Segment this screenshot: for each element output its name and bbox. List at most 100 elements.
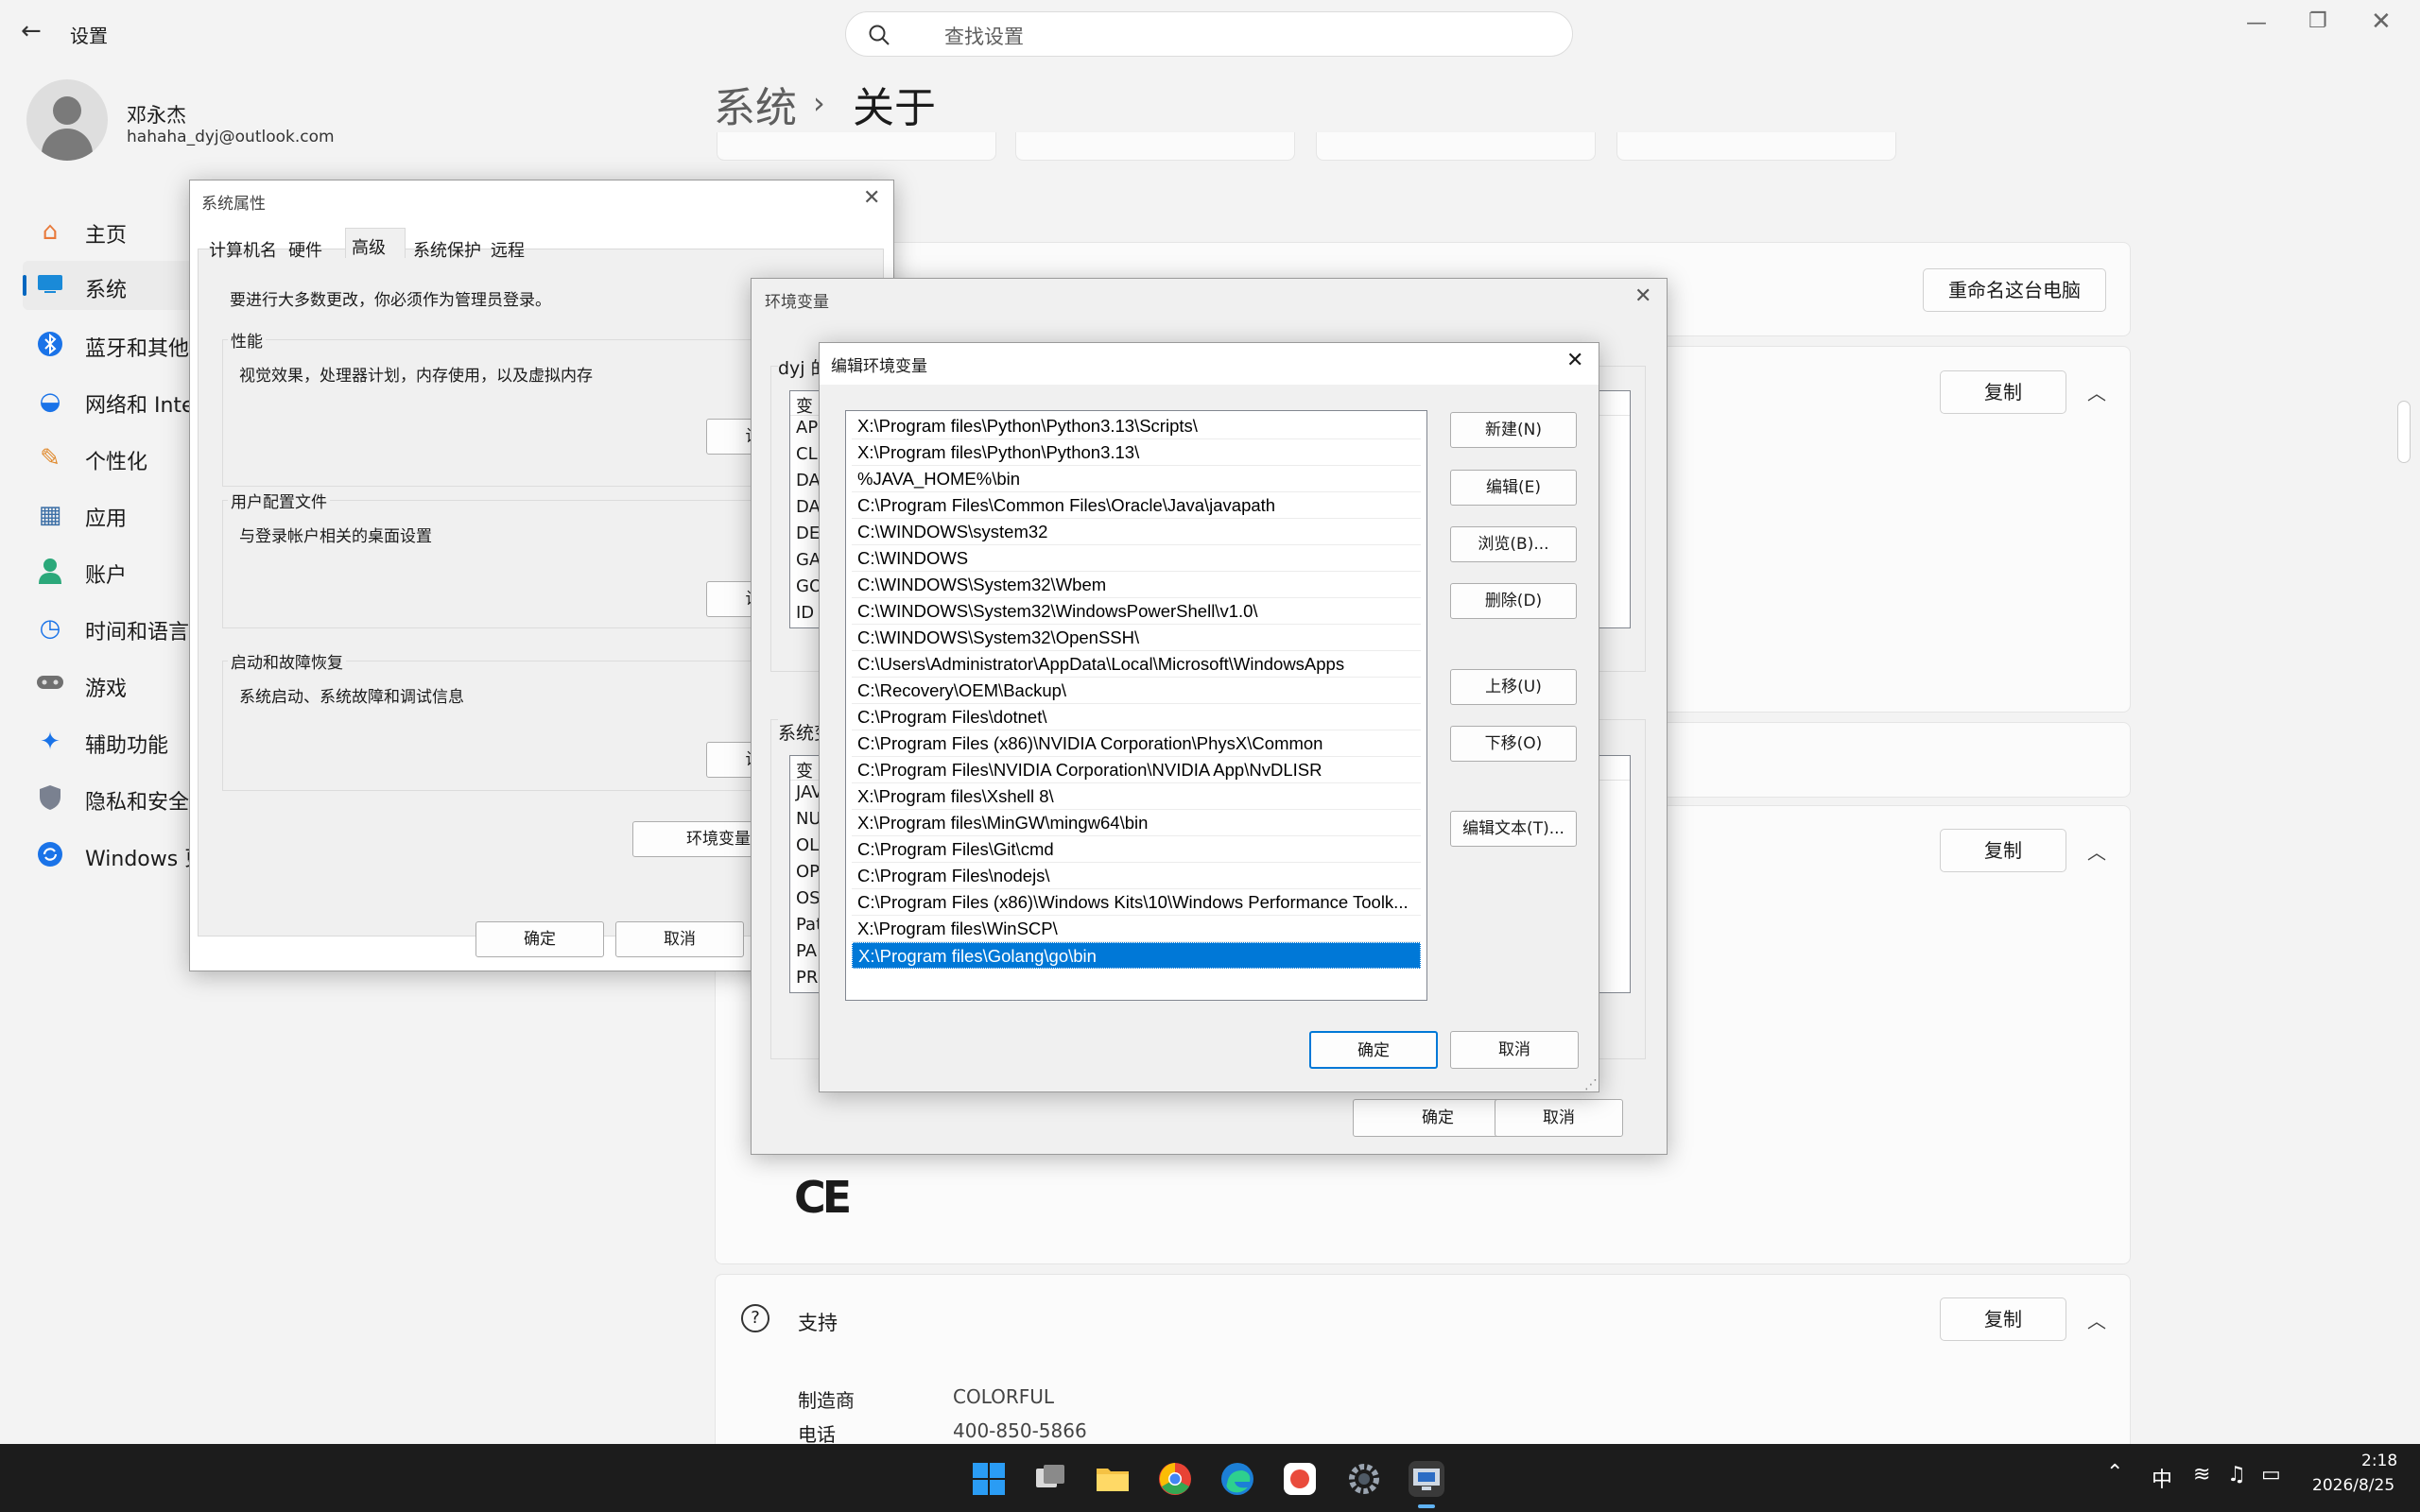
copy-button[interactable]: 复制: [1940, 370, 2066, 414]
list-item[interactable]: C:\Program Files\NVIDIA Corporation\NVID…: [852, 757, 1421, 783]
copy-button[interactable]: 复制: [1940, 829, 2066, 872]
cancel-button[interactable]: 取消: [1450, 1031, 1579, 1069]
chevron-up-icon[interactable]: ︿: [2087, 1306, 2106, 1333]
list-item[interactable]: X:\Program files\Xshell 8\: [852, 783, 1421, 810]
list-item[interactable]: C:\Program Files\Git\cmd: [852, 836, 1421, 863]
search-input[interactable]: 查找设置: [845, 11, 1573, 57]
dialog-title: 环境变量: [765, 293, 829, 312]
close-icon[interactable]: ✕: [1566, 349, 1583, 372]
list-item[interactable]: X:\Program files\WinSCP\: [852, 916, 1421, 942]
list-item[interactable]: X:\Program files\Python\Python3.13\: [852, 439, 1421, 466]
list-item[interactable]: C:\Users\Administrator\AppData\Local\Mic…: [852, 651, 1421, 678]
chevron-up-icon[interactable]: ⌃: [2106, 1461, 2123, 1485]
dialog-title: 系统属性: [201, 195, 266, 214]
list-item[interactable]: C:\Recovery\OEM\Backup\: [852, 678, 1421, 704]
list-item[interactable]: C:\Program Files\Common Files\Oracle\Jav…: [852, 492, 1421, 519]
browse-button[interactable]: 浏览(B)...: [1450, 526, 1577, 562]
remote-desktop-icon[interactable]: [1409, 1461, 1444, 1497]
start-icon[interactable]: [971, 1461, 1007, 1497]
table-row[interactable]: OP: [796, 862, 820, 882]
list-item[interactable]: C:\Program Files\dotnet\: [852, 704, 1421, 730]
cancel-button[interactable]: 取消: [1495, 1099, 1623, 1137]
table-row[interactable]: PR: [796, 968, 818, 988]
list-item[interactable]: C:\WINDOWS\System32\WindowsPowerShell\v1…: [852, 598, 1421, 625]
list-item[interactable]: C:\WINDOWS\System32\Wbem: [852, 572, 1421, 598]
edit-button[interactable]: 编辑(E): [1450, 470, 1577, 506]
new-button[interactable]: 新建(N): [1450, 412, 1577, 448]
list-item[interactable]: X:\Program files\MinGW\mingw64\bin: [852, 810, 1421, 836]
active-app-indicator: [1418, 1504, 1435, 1508]
volume-icon[interactable]: ♫: [2227, 1463, 2246, 1486]
group-label: 启动和故障恢复: [228, 649, 346, 673]
task-view-icon[interactable]: [1032, 1461, 1068, 1497]
list-item[interactable]: C:\WINDOWS: [852, 545, 1421, 572]
clock-time[interactable]: 2:18: [2361, 1452, 2397, 1470]
list-item[interactable]: %JAVA_HOME%\bin: [852, 466, 1421, 492]
tab-system-protection[interactable]: 系统保护: [413, 237, 481, 262]
spec-tile: [1316, 132, 1596, 161]
rename-pc-button[interactable]: 重命名这台电脑: [1923, 268, 2106, 312]
app-icon[interactable]: [1282, 1461, 1318, 1497]
list-item[interactable]: C:\Program Files (x86)\NVIDIA Corporatio…: [852, 730, 1421, 757]
table-row[interactable]: OL: [796, 835, 819, 855]
move-up-button[interactable]: 上移(U): [1450, 669, 1577, 705]
ime-indicator[interactable]: 中: [2152, 1463, 2172, 1493]
list-item-selected[interactable]: X:\Program files\Golang\go\bin: [852, 942, 1421, 969]
close-icon[interactable]: ✕: [1634, 284, 1651, 308]
list-item[interactable]: C:\Program Files\nodejs\: [852, 863, 1421, 889]
delete-button[interactable]: 删除(D): [1450, 583, 1577, 619]
chevron-up-icon[interactable]: ︿: [2087, 378, 2106, 405]
table-row[interactable]: NU: [796, 809, 821, 829]
ok-button[interactable]: 确定: [1309, 1031, 1438, 1069]
edit-text-button[interactable]: 编辑文本(T)...: [1450, 811, 1577, 847]
spec-tile: [717, 132, 996, 161]
chevron-up-icon[interactable]: ︿: [2087, 837, 2106, 865]
table-row[interactable]: ID: [796, 603, 814, 623]
avatar[interactable]: [26, 79, 108, 161]
column-header[interactable]: 变: [796, 758, 813, 782]
tab-computer-name[interactable]: 计算机名: [209, 237, 277, 262]
battery-icon[interactable]: ▭: [2261, 1463, 2281, 1486]
settings-icon[interactable]: [1346, 1461, 1382, 1497]
edge-icon[interactable]: [1219, 1461, 1255, 1497]
copy-button[interactable]: 复制: [1940, 1297, 2066, 1341]
ok-button[interactable]: 确定: [475, 921, 604, 957]
breadcrumb-parent[interactable]: 系统: [714, 74, 797, 134]
table-row[interactable]: CL: [796, 444, 818, 464]
minimize-icon[interactable]: —: [2246, 11, 2267, 35]
table-row[interactable]: AP: [796, 418, 818, 438]
table-row[interactable]: DE: [796, 524, 820, 543]
table-row[interactable]: GA: [796, 550, 821, 570]
table-row[interactable]: OS: [796, 888, 821, 908]
group-label: 用户配置文件: [228, 489, 330, 512]
column-header[interactable]: 变: [796, 393, 813, 418]
list-item[interactable]: C:\WINDOWS\system32: [852, 519, 1421, 545]
wifi-icon[interactable]: ≋: [2193, 1463, 2210, 1486]
list-item[interactable]: X:\Program files\Python\Python3.13\Scrip…: [852, 413, 1421, 439]
file-explorer-icon[interactable]: [1095, 1461, 1131, 1497]
admin-note: 要进行大多数更改，你必须作为管理员登录。: [230, 291, 551, 310]
support-label: 制造商: [798, 1389, 855, 1412]
back-arrow-icon[interactable]: ←: [21, 17, 42, 45]
list-item[interactable]: C:\Program Files (x86)\Windows Kits\10\W…: [852, 889, 1421, 916]
tab-hardware[interactable]: 硬件: [288, 237, 322, 262]
table-row[interactable]: DA: [796, 471, 821, 490]
close-icon[interactable]: ✕: [2371, 8, 2392, 36]
user-email: hahaha_dyj@outlook.com: [127, 128, 335, 146]
chrome-icon[interactable]: [1157, 1461, 1193, 1497]
system-icon: [36, 272, 64, 301]
cancel-button[interactable]: 取消: [615, 921, 744, 957]
list-item[interactable]: C:\WINDOWS\System32\OpenSSH\: [852, 625, 1421, 651]
tab-remote[interactable]: 远程: [491, 237, 525, 262]
group-desc: 视觉效果，处理器计划，内存使用，以及虚拟内存: [239, 367, 593, 386]
scrollbar[interactable]: [2397, 401, 2411, 463]
tab-advanced[interactable]: 高级: [345, 228, 406, 258]
resize-grip-icon[interactable]: ⋰: [1584, 1077, 1598, 1092]
clock-date[interactable]: 2026/8/25: [2312, 1476, 2394, 1495]
close-icon[interactable]: ✕: [863, 186, 880, 210]
move-down-button[interactable]: 下移(O): [1450, 726, 1577, 762]
table-row[interactable]: PA: [796, 941, 817, 961]
path-list[interactable]: X:\Program files\Python\Python3.13\Scrip…: [845, 410, 1427, 1001]
restore-icon[interactable]: ❐: [2308, 9, 2327, 33]
table-row[interactable]: DA: [796, 497, 821, 517]
